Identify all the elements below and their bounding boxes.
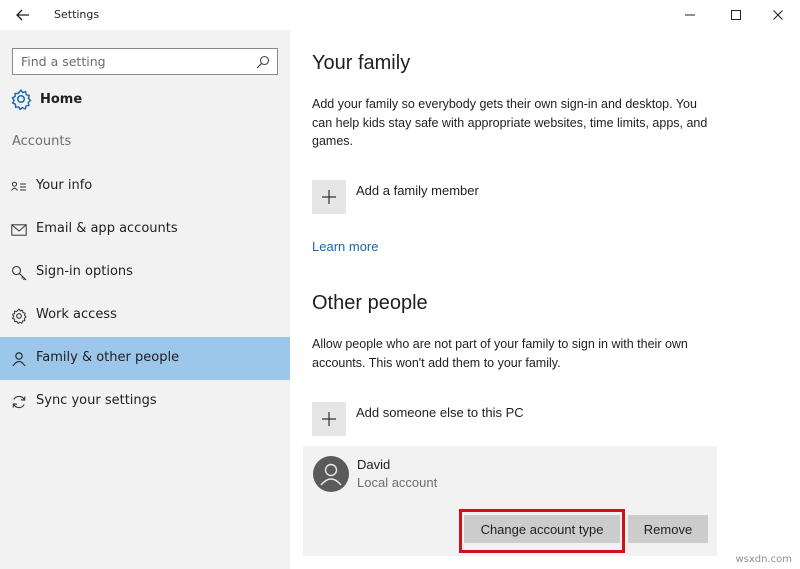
add-family-member-label: Add a family member <box>356 182 479 198</box>
learn-more-link[interactable]: Learn more <box>312 239 378 254</box>
minimize-button[interactable] <box>670 0 710 30</box>
family-description: Add your family so everybody gets their … <box>312 97 708 148</box>
sidebar-item-family-other-people[interactable]: Family & other people <box>0 337 290 380</box>
section-label: Accounts <box>12 134 72 149</box>
plus-tile <box>312 402 346 436</box>
back-arrow-icon <box>16 9 29 21</box>
sidebar-item-label: Your info <box>36 178 93 193</box>
maximize-icon <box>731 10 741 20</box>
sidebar-item-your-info[interactable]: Your info <box>0 165 290 208</box>
account-name: David <box>357 457 391 472</box>
sidebar-item-label: Work access <box>36 307 117 322</box>
user-avatar-icon <box>320 463 342 486</box>
mail-icon <box>10 221 28 239</box>
key-icon <box>10 264 28 282</box>
maximize-button[interactable] <box>716 0 756 30</box>
gear-icon <box>10 307 28 325</box>
add-someone-button[interactable]: Add someone else to this PC <box>312 401 524 437</box>
close-icon <box>773 10 783 20</box>
family-section-title: Your family <box>312 52 411 74</box>
sidebar-item-label: Family & other people <box>36 350 180 365</box>
person-card-icon <box>10 178 28 196</box>
avatar <box>313 456 349 492</box>
sidebar: Home Accounts Your info Email & app acco… <box>0 30 290 569</box>
other-people-description: Allow people who are not part of your fa… <box>312 337 688 370</box>
search-icon[interactable] <box>255 54 271 70</box>
plus-tile <box>312 180 346 214</box>
sync-icon <box>10 393 28 411</box>
sidebar-item-label: Sign-in options <box>36 264 133 279</box>
home-label: Home <box>40 91 83 107</box>
sidebar-item-sync-settings[interactable]: Sync your settings <box>0 380 290 423</box>
close-button[interactable] <box>758 0 798 30</box>
main-content: Your family Add your family so everybody… <box>290 30 800 569</box>
back-button[interactable] <box>8 4 38 26</box>
search-box <box>12 48 278 75</box>
watermark: wsxdn.com <box>735 554 792 565</box>
title-bar: Settings <box>0 0 800 30</box>
window-title: Settings <box>54 8 100 21</box>
home-link[interactable]: Home <box>10 86 82 112</box>
add-family-member-button[interactable]: Add a family member <box>312 179 479 215</box>
plus-icon <box>322 412 336 426</box>
person-icon <box>10 350 28 368</box>
minimize-icon <box>685 14 695 16</box>
account-type: Local account <box>357 475 438 490</box>
sidebar-item-label: Sync your settings <box>36 393 157 408</box>
add-someone-label: Add someone else to this PC <box>356 404 524 420</box>
highlight-annotation <box>459 509 625 553</box>
sidebar-item-sign-in-options[interactable]: Sign-in options <box>0 251 290 294</box>
gear-icon <box>11 89 32 110</box>
sidebar-item-label: Email & app accounts <box>36 221 178 236</box>
remove-button[interactable]: Remove <box>628 515 708 543</box>
other-people-section-title: Other people <box>312 292 428 314</box>
sidebar-item-work-access[interactable]: Work access <box>0 294 290 337</box>
plus-icon <box>322 190 336 204</box>
sidebar-item-email-accounts[interactable]: Email & app accounts <box>0 208 290 251</box>
search-input[interactable] <box>13 49 243 74</box>
